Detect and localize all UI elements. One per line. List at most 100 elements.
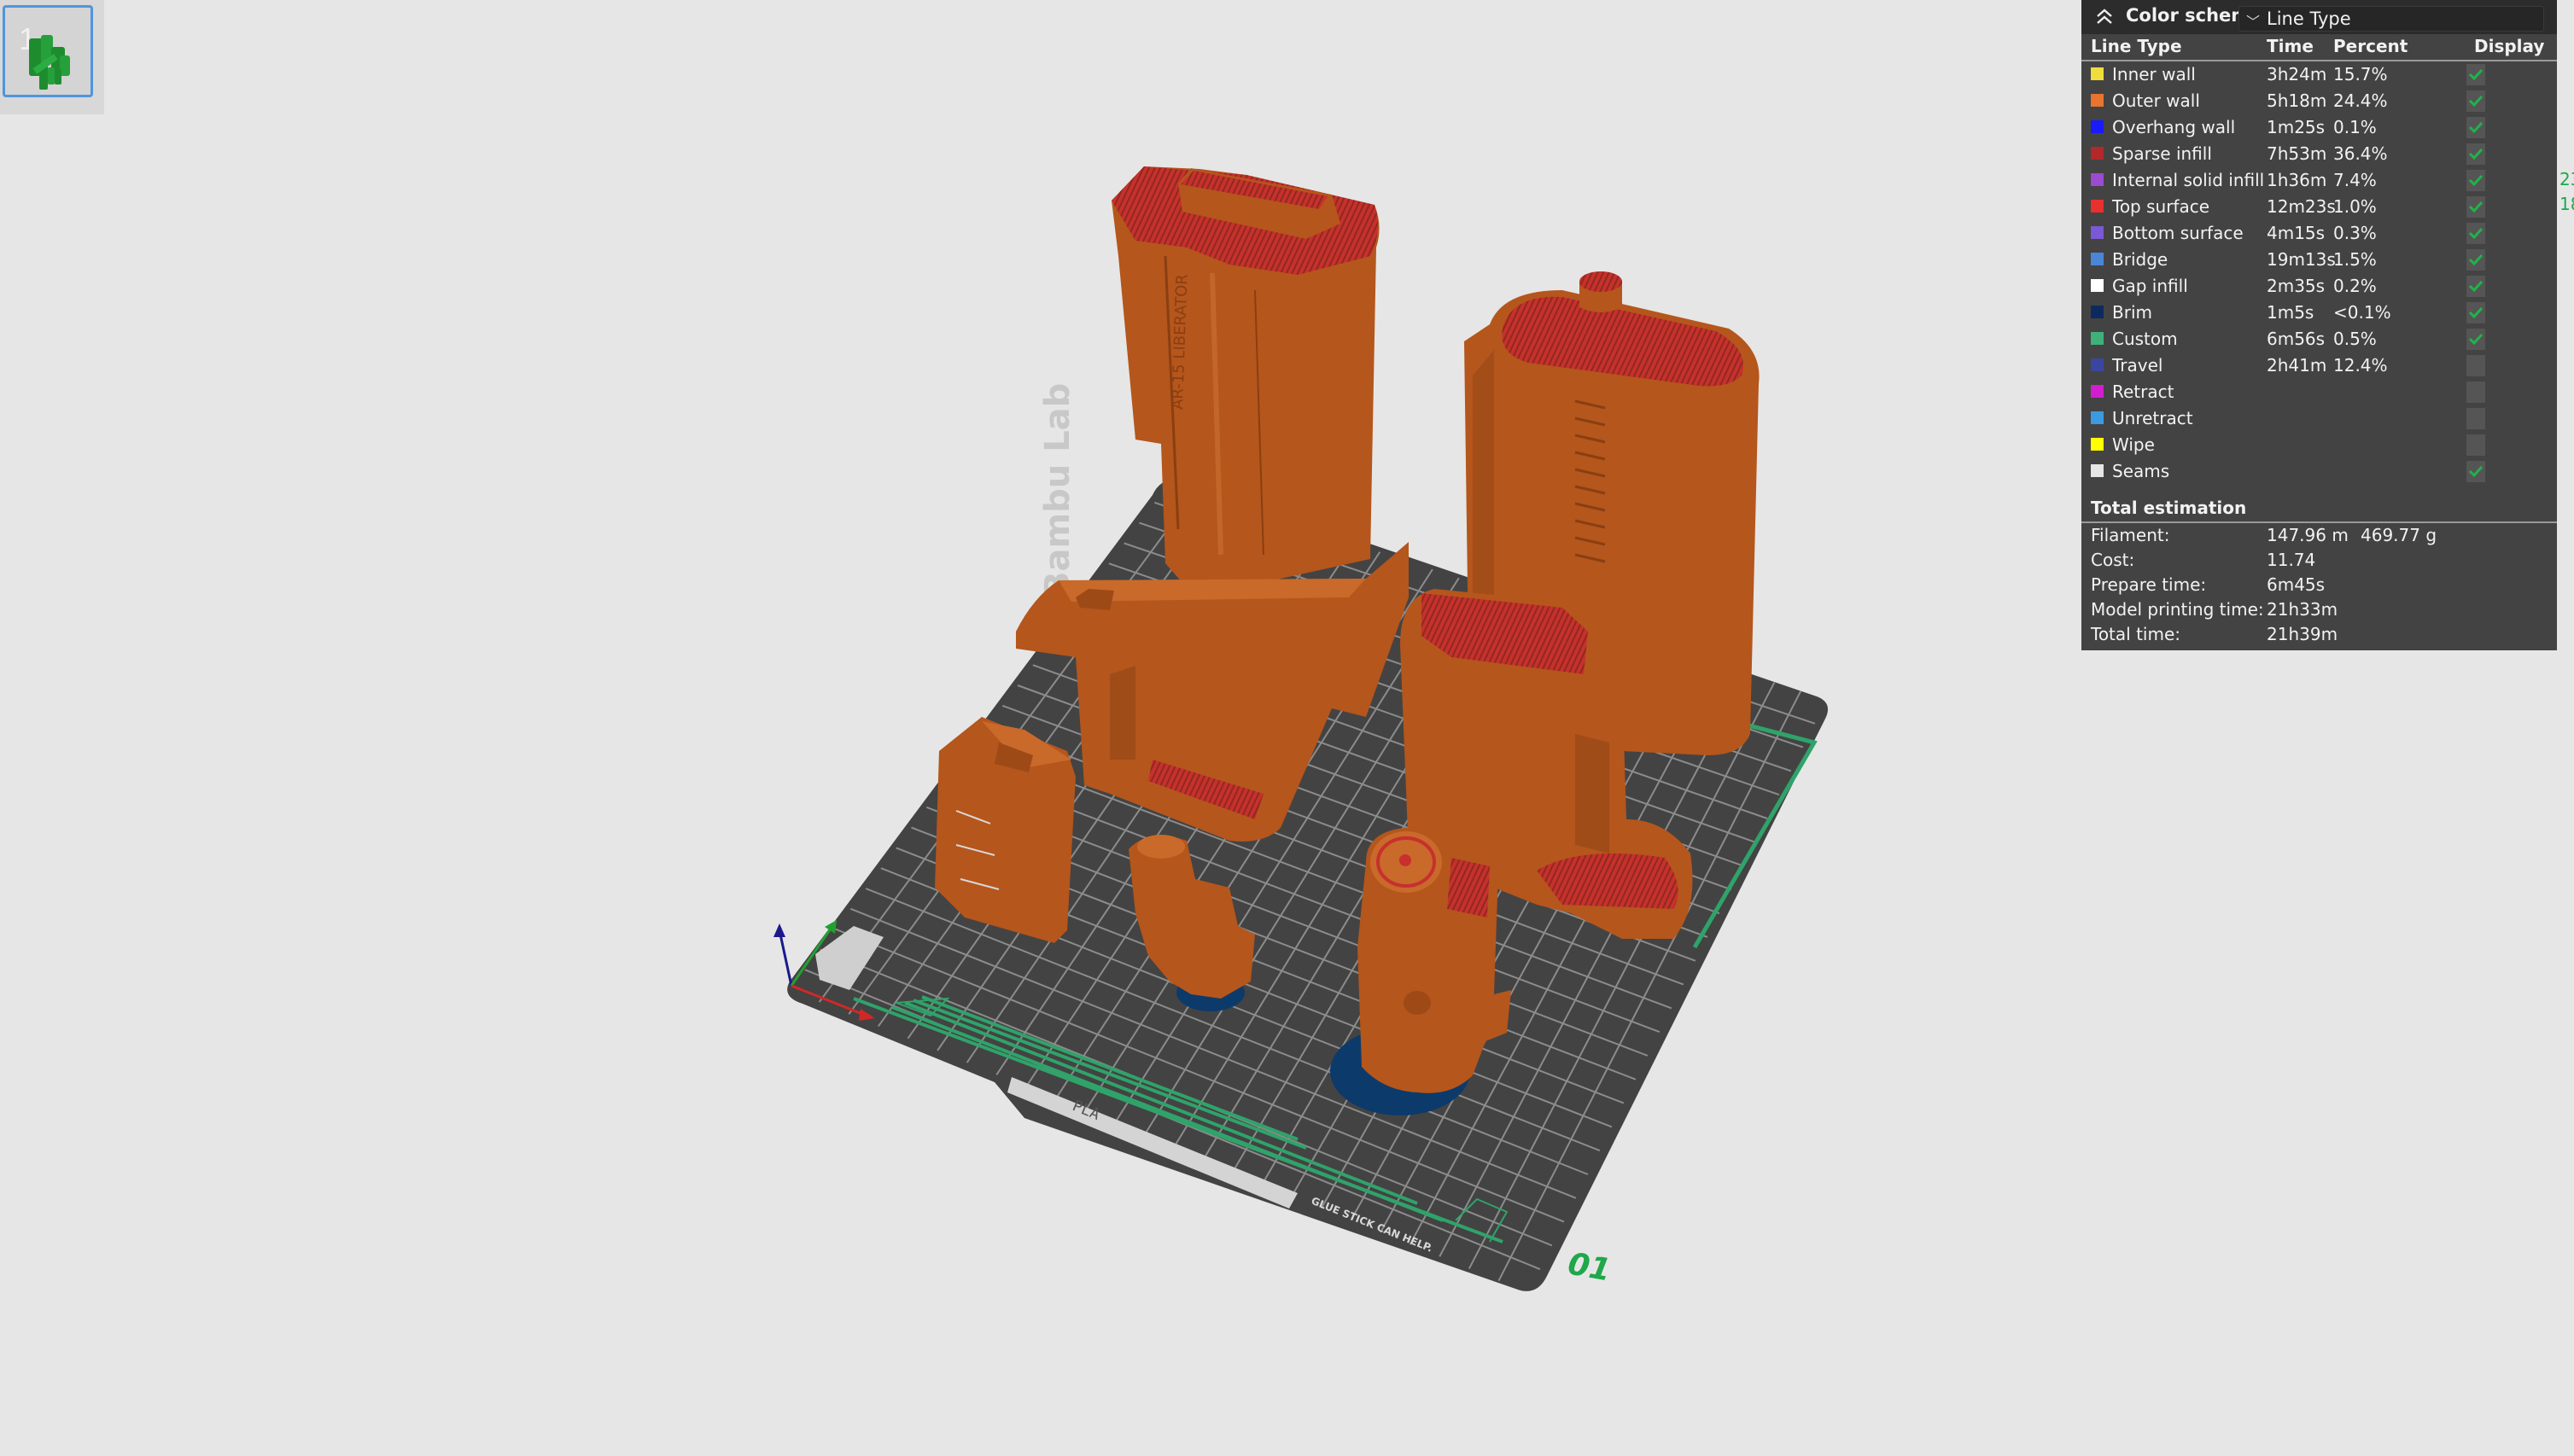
display-checkbox[interactable] [2466,64,2485,85]
checkmark-icon [2468,227,2484,240]
line-type-time: 2h41m [2267,355,2327,376]
display-checkbox[interactable] [2466,170,2485,191]
z-axis [778,929,793,987]
total-estimation-title: Total estimation [2091,498,2247,518]
line-type-time: 12m23s [2267,196,2336,217]
line-type-color-swatch [2091,438,2104,451]
line-type-color-swatch [2091,120,2104,133]
legend-row: Wipe [2081,432,2557,458]
line-type-time: 2m35s [2267,276,2326,296]
color-scheme-dropdown[interactable]: ﹀ Line Type [2238,6,2544,32]
line-type-percent: 0.5% [2333,329,2377,349]
display-checkbox[interactable] [2466,276,2485,297]
display-checkbox[interactable] [2466,249,2485,271]
line-type-percent: 15.7% [2333,64,2388,84]
line-type-color-swatch [2091,464,2104,477]
checkmark-icon [2468,465,2484,478]
line-type-percent: 0.3% [2333,223,2377,243]
legend-row: Brim 1m5s <0.1% [2081,300,2557,326]
total-estimation-row: Filament: 147.96 m 469.77 g [2081,523,2557,548]
total-label: Prepare time: [2091,574,2207,595]
total-value: 147.96 m [2267,525,2349,545]
line-type-name: Top surface [2112,196,2210,217]
legend-row: Overhang wall 1m25s 0.1% [2081,114,2557,141]
total-estimation-row: Model printing time: 21h33m [2081,597,2557,622]
display-checkbox[interactable] [2466,302,2485,323]
total-label: Cost: [2091,550,2135,570]
line-type-name: Bottom surface [2112,223,2244,243]
plate-list-panel: 1 [0,0,104,114]
checkmark-icon [2468,280,2484,293]
layer-slider-values: 23 18 [2559,167,2574,217]
layer-slider-top-value[interactable]: 23 [2559,167,2574,192]
line-type-name: Bridge [2112,249,2168,270]
collapse-chevron-up-icon[interactable] [2093,5,2116,29]
legend-row: Seams [2081,458,2557,485]
total-estimation-header: Total estimation [2081,491,2557,523]
legend-row: Bridge 19m13s 1.5% [2081,247,2557,273]
line-type-percent: 0.1% [2333,117,2377,137]
checkmark-icon [2468,148,2484,160]
line-type-name: Overhang wall [2112,117,2236,137]
legend-row: Bottom surface 4m15s 0.3% [2081,220,2557,247]
total-value: 21h39m [2267,624,2338,644]
plate-thumbnail-preview-icon [29,35,70,90]
checkmark-icon [2468,174,2484,187]
line-type-percent: 1.5% [2333,249,2377,270]
display-checkbox[interactable] [2466,329,2485,350]
display-checkbox[interactable] [2466,461,2485,482]
checkmark-icon [2468,306,2484,319]
line-type-color-swatch [2091,200,2104,213]
line-type-time: 4m15s [2267,223,2326,243]
line-type-name: Seams [2112,461,2170,481]
checkmark-icon [2468,68,2484,81]
line-type-time: 1h36m [2267,170,2327,190]
line-type-color-swatch [2091,358,2104,371]
layer-slider-bottom-value[interactable]: 18 [2559,192,2574,217]
total-estimation-rows: Filament: 147.96 m 469.77 g Cost: 11.74 Prepa… [2081,523,2557,647]
legend-row: Retract [2081,379,2557,405]
total-label: Total time: [2091,624,2180,644]
line-type-time: 7h53m [2267,143,2327,164]
line-type-percent: 7.4% [2333,170,2377,190]
line-type-name: Custom [2112,329,2178,349]
display-checkbox[interactable] [2466,143,2485,165]
display-checkbox[interactable] [2466,90,2485,112]
line-type-name: Inner wall [2112,64,2196,84]
line-type-time: 5h18m [2267,90,2327,111]
line-type-time: 1m25s [2267,117,2326,137]
line-type-name: Sparse infill [2112,143,2212,164]
line-type-time: 6m56s [2267,329,2326,349]
display-checkbox[interactable] [2466,408,2485,429]
display-checkbox[interactable] [2466,434,2485,456]
plate-thumbnail[interactable]: 1 [3,5,93,97]
line-type-percent: <0.1% [2333,302,2391,323]
total-label: Filament: [2091,525,2170,545]
line-type-color-swatch [2091,332,2104,345]
line-type-name: Gap infill [2112,276,2188,296]
legend-row: Inner wall 3h24m 15.7% [2081,61,2557,88]
display-checkbox[interactable] [2466,196,2485,218]
line-type-name: Brim [2112,302,2152,323]
display-checkbox[interactable] [2466,355,2485,376]
checkmark-icon [2468,333,2484,346]
checkmark-icon [2468,121,2484,134]
line-type-name: Retract [2112,381,2174,402]
display-checkbox[interactable] [2466,381,2485,403]
total-label: Model printing time: [2091,599,2264,620]
total-value: 11.74 [2267,550,2316,570]
total-value-secondary: 469.77 g [2361,525,2437,545]
column-header-time: Time [2267,36,2314,56]
legend-row: Gap infill 2m35s 0.2% [2081,273,2557,300]
display-checkbox[interactable] [2466,223,2485,244]
column-header-display: Display [2474,36,2545,56]
total-estimation-row: Cost: 11.74 [2081,548,2557,573]
checkmark-icon [2468,95,2484,108]
line-type-color-swatch [2091,306,2104,318]
plate-brand-text: Bambu Lab [1038,383,1077,597]
legend-row: Custom 6m56s 0.5% [2081,326,2557,352]
display-checkbox[interactable] [2466,117,2485,138]
legend-row: Sparse infill 7h53m 36.4% [2081,141,2557,167]
legend-row: Internal solid infill 1h36m 7.4% [2081,167,2557,194]
total-value: 6m45s [2267,574,2326,595]
